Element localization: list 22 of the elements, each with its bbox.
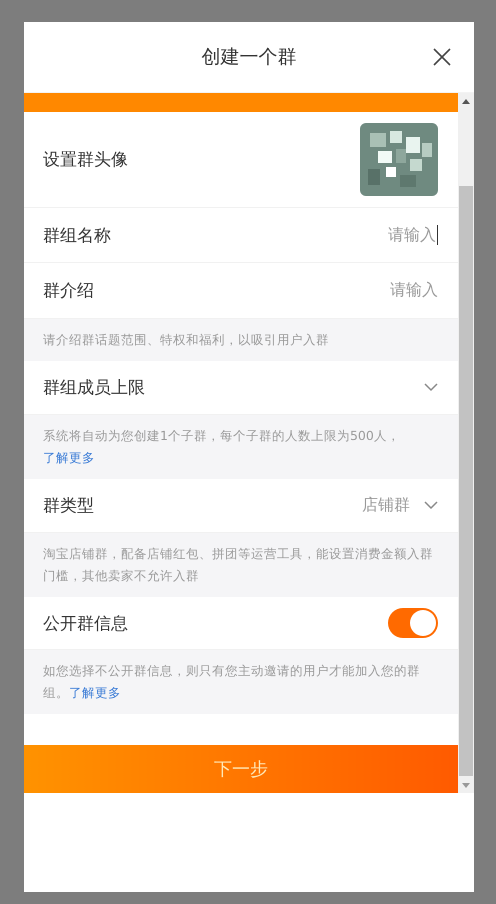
hint-text: 系统将自动为您创建1个子群，每个子群的人数上限为500人， 了解更多 <box>43 427 401 467</box>
learn-more-link[interactable]: 了解更多 <box>69 685 121 700</box>
row-label: 群介绍 <box>43 280 95 302</box>
toggle-switch[interactable] <box>388 608 438 638</box>
row-label: 群类型 <box>43 495 95 517</box>
chevron-down-icon[interactable] <box>424 501 438 510</box>
next-button[interactable]: 下一步 <box>24 745 458 793</box>
row-label: 设置群头像 <box>43 149 129 171</box>
input-field[interactable]: 请输入 <box>390 280 438 301</box>
dialog-title: 创建一个群 <box>202 45 296 70</box>
select-value[interactable]: 店铺群 <box>362 495 410 516</box>
scrollbar[interactable] <box>458 93 474 793</box>
input-field[interactable]: 请输入 <box>388 224 438 246</box>
hint-text: 淘宝店铺群，配备店铺红包、拼团等运营工具，能设置消费金额入群门槛，其他卖家不允许入群 <box>43 545 434 585</box>
learn-more-link[interactable]: 了解更多 <box>43 450 95 465</box>
chevron-down-icon[interactable] <box>424 383 438 392</box>
row-label: 公开群信息 <box>43 612 129 634</box>
hint-text: 如您选择不公开群信息，则只有您主动邀请的用户才能加入您的群组。了解更多 <box>43 662 421 702</box>
row-label: 群组成员上限 <box>43 377 146 399</box>
hint-text: 请介绍群话题范围、特权和福利，以吸引用户入群 <box>43 331 329 349</box>
scrollbar-thumb[interactable] <box>459 186 473 776</box>
row-label: 群组名称 <box>43 224 112 246</box>
